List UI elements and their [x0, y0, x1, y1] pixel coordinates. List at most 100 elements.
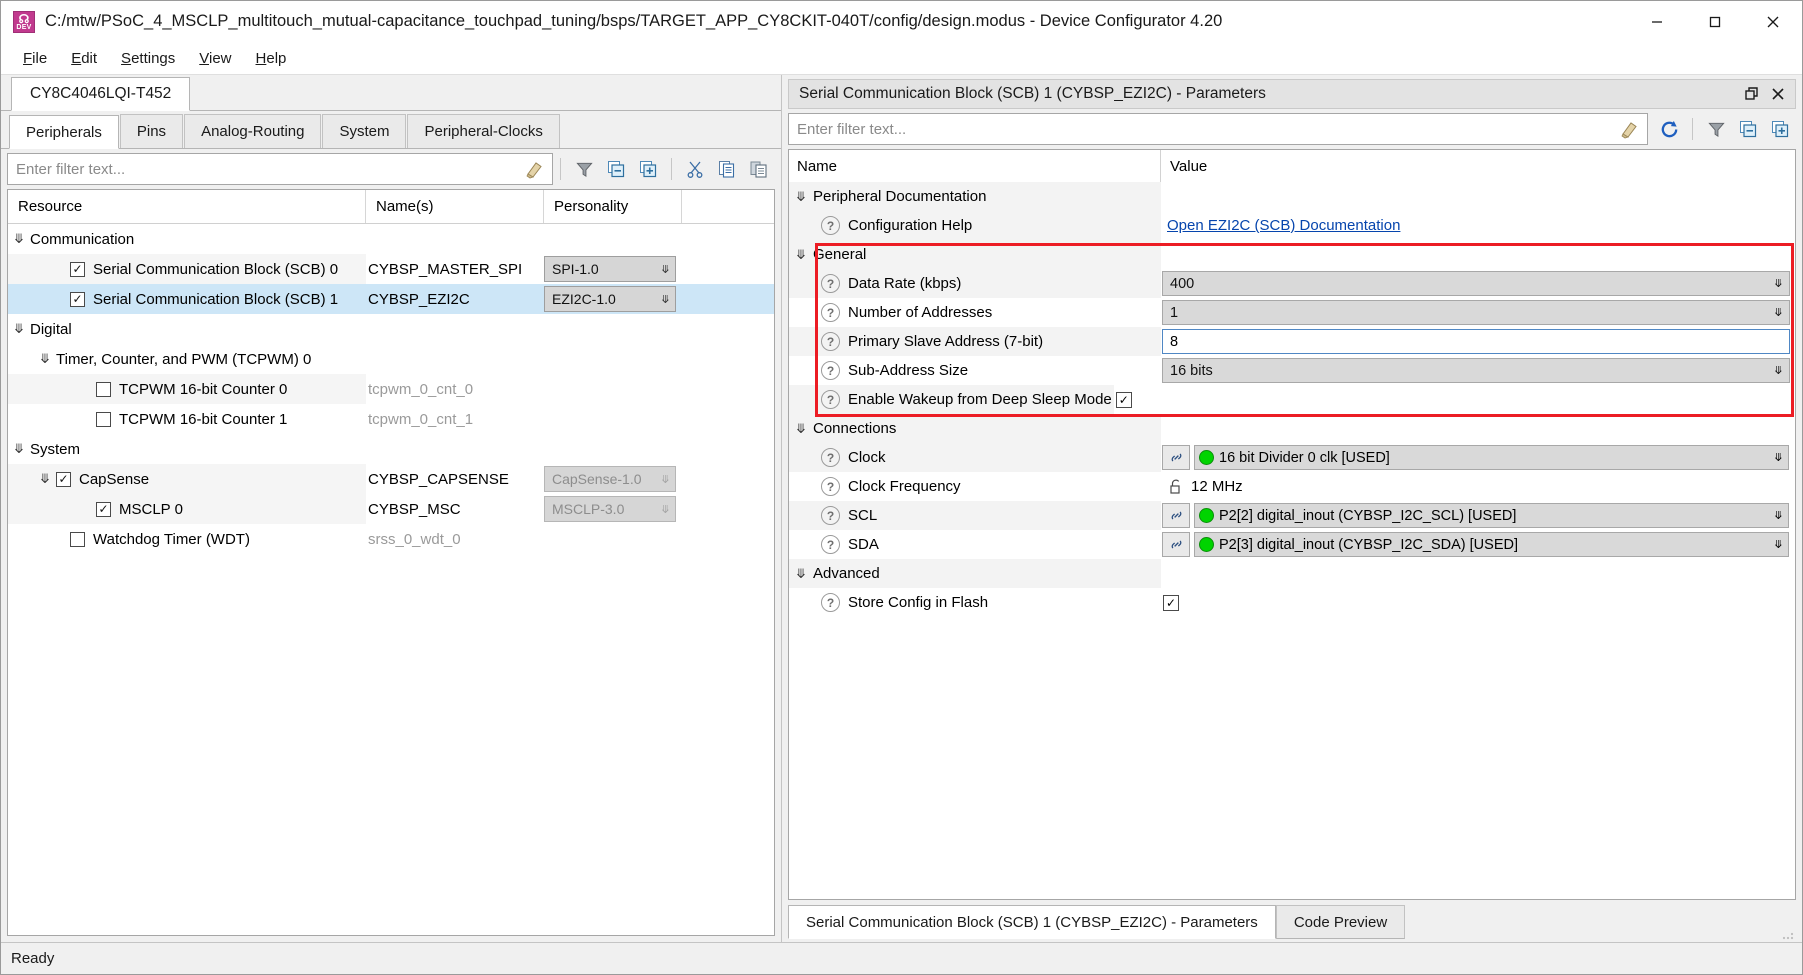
column-header-name[interactable]: Name: [789, 150, 1161, 182]
chevron-down-icon[interactable]: ⤋: [789, 421, 813, 437]
clear-filter-icon[interactable]: [524, 159, 544, 179]
param-row[interactable]: ? Data Rate (kbps) 400 ⤋: [789, 269, 1795, 298]
menu-settings[interactable]: Settings: [109, 46, 187, 71]
sda-select[interactable]: P2[3] digital_inout (CYBSP_I2C_SDA) [USE…: [1194, 532, 1789, 557]
collapse-all-icon[interactable]: [1733, 114, 1763, 144]
table-row[interactable]: ⤋ ✓ CapSense CYBSP_CAPSENSE CapSense-1.0…: [8, 464, 774, 494]
help-icon[interactable]: ?: [821, 303, 840, 322]
data-rate-select[interactable]: 400 ⤋: [1162, 271, 1790, 296]
chevron-down-icon[interactable]: ⤋: [8, 321, 30, 337]
param-group-header[interactable]: ⤋ Advanced: [789, 559, 1795, 588]
help-icon[interactable]: ?: [821, 390, 840, 409]
number-of-addresses-select[interactable]: 1 ⤋: [1162, 300, 1790, 325]
enable-wakeup-checkbox[interactable]: ✓: [1115, 391, 1132, 408]
help-icon[interactable]: ?: [821, 216, 840, 235]
documentation-link[interactable]: Open EZI2C (SCB) Documentation: [1167, 217, 1400, 234]
help-icon[interactable]: ?: [821, 593, 840, 612]
chevron-down-icon[interactable]: ⤋: [789, 247, 813, 263]
resource-checkbox[interactable]: ✓: [56, 471, 71, 487]
help-icon[interactable]: ?: [821, 448, 840, 467]
cut-icon[interactable]: [680, 154, 710, 184]
help-icon[interactable]: ?: [821, 332, 840, 351]
table-row[interactable]: ⤋ Digital: [8, 314, 774, 344]
table-row[interactable]: ⤋ Timer, Counter, and PWM (TCPWM) 0: [8, 344, 774, 374]
chevron-down-icon[interactable]: ⤋: [8, 441, 30, 457]
table-row[interactable]: ✓ Serial Communication Block (SCB) 1 CYB…: [8, 284, 774, 314]
tab-analog-routing[interactable]: Analog-Routing: [184, 114, 322, 148]
resource-checkbox[interactable]: ✓: [96, 501, 111, 517]
filter-icon[interactable]: [1701, 114, 1731, 144]
table-row[interactable]: TCPWM 16-bit Counter 0 tcpwm_0_cnt_0: [8, 374, 774, 404]
personality-select[interactable]: SPI-1.0 ⤋: [544, 256, 676, 282]
tab-pins[interactable]: Pins: [119, 114, 184, 148]
resource-checkbox[interactable]: [96, 381, 111, 397]
chevron-down-icon[interactable]: ⤋: [8, 231, 30, 247]
close-button[interactable]: [1744, 1, 1802, 43]
menu-edit[interactable]: Edit: [59, 46, 109, 71]
chevron-down-icon[interactable]: ⤋: [34, 471, 56, 487]
minimize-button[interactable]: [1628, 1, 1686, 43]
bottom-tab-parameters[interactable]: Serial Communication Block (SCB) 1 (CYBS…: [788, 905, 1276, 939]
table-row[interactable]: Watchdog Timer (WDT) srss_0_wdt_0: [8, 524, 774, 554]
menu-view[interactable]: View: [187, 46, 243, 71]
menu-help[interactable]: Help: [244, 46, 299, 71]
param-row[interactable]: ? Primary Slave Address (7-bit) 8: [789, 327, 1795, 356]
help-icon[interactable]: ?: [821, 477, 840, 496]
param-row[interactable]: ? Clock 16 bit Divider 0 clk [USED] ⤋: [789, 443, 1795, 472]
collapse-all-icon[interactable]: [601, 154, 631, 184]
table-row[interactable]: ⤋ System: [8, 434, 774, 464]
resource-checkbox[interactable]: [96, 411, 111, 427]
expand-all-icon[interactable]: [1765, 114, 1795, 144]
sub-address-size-select[interactable]: 16 bits ⤋: [1162, 358, 1790, 383]
column-header-value[interactable]: Value: [1161, 150, 1795, 182]
filter-icon[interactable]: [569, 154, 599, 184]
param-row[interactable]: ? Enable Wakeup from Deep Sleep Mode ✓: [789, 385, 1795, 414]
help-icon[interactable]: ?: [821, 535, 840, 554]
tab-system[interactable]: System: [322, 114, 407, 148]
store-config-in-flash-checkbox[interactable]: ✓: [1163, 594, 1179, 611]
primary-slave-address-input[interactable]: 8: [1162, 329, 1790, 354]
tab-peripheral-clocks[interactable]: Peripheral-Clocks: [407, 114, 560, 148]
column-header-personality[interactable]: Personality: [544, 190, 682, 223]
maximize-button[interactable]: [1686, 1, 1744, 43]
parameters-filter-input[interactable]: Enter filter text...: [788, 113, 1648, 145]
restore-panel-icon[interactable]: [1739, 82, 1765, 106]
column-header-names[interactable]: Name(s): [366, 190, 544, 223]
paste-icon[interactable]: [744, 154, 774, 184]
expand-all-icon[interactable]: [633, 154, 663, 184]
chevron-down-icon[interactable]: ⤋: [789, 566, 813, 582]
clock-select[interactable]: 16 bit Divider 0 clk [USED] ⤋: [1194, 445, 1789, 470]
device-tab[interactable]: CY8C4046LQI-T452: [11, 77, 191, 111]
param-group-header[interactable]: ⤋ Connections: [789, 414, 1795, 443]
column-header-resource[interactable]: Resource: [8, 190, 366, 223]
chevron-down-icon[interactable]: ⤋: [34, 351, 56, 367]
help-icon[interactable]: ?: [821, 361, 840, 380]
copy-icon[interactable]: [712, 154, 742, 184]
help-icon[interactable]: ?: [821, 274, 840, 293]
param-group-header[interactable]: ⤋ General: [789, 240, 1795, 269]
help-icon[interactable]: ?: [821, 506, 840, 525]
menu-file[interactable]: File: [11, 46, 59, 71]
link-icon[interactable]: [1162, 532, 1190, 557]
column-header-extra[interactable]: [682, 190, 774, 223]
peripherals-filter-input[interactable]: Enter filter text...: [7, 153, 553, 185]
table-row[interactable]: TCPWM 16-bit Counter 1 tcpwm_0_cnt_1: [8, 404, 774, 434]
param-row[interactable]: ? SDA P2[3] digital_inout (CYBSP_I2C_SDA…: [789, 530, 1795, 559]
link-icon[interactable]: [1162, 445, 1190, 470]
table-row[interactable]: ⤋ Communication: [8, 224, 774, 254]
param-row[interactable]: ? Sub-Address Size 16 bits ⤋: [789, 356, 1795, 385]
clear-filter-icon[interactable]: [1619, 119, 1639, 139]
close-panel-icon[interactable]: [1765, 82, 1791, 106]
tab-peripherals[interactable]: Peripherals: [9, 115, 119, 149]
resource-checkbox[interactable]: ✓: [70, 291, 85, 307]
refresh-icon[interactable]: [1654, 114, 1684, 144]
bottom-tab-code-preview[interactable]: Code Preview: [1275, 905, 1406, 939]
table-row[interactable]: ✓ Serial Communication Block (SCB) 0 CYB…: [8, 254, 774, 284]
param-row[interactable]: ? Store Config in Flash ✓: [789, 588, 1795, 617]
chevron-down-icon[interactable]: ⤋: [789, 189, 813, 205]
personality-select[interactable]: EZI2C-1.0 ⤋: [544, 286, 676, 312]
param-row[interactable]: ? Configuration Help Open EZI2C (SCB) Do…: [789, 211, 1795, 240]
resource-checkbox[interactable]: [70, 531, 85, 547]
table-row[interactable]: ✓ MSCLP 0 CYBSP_MSC MSCLP-3.0 ⤋: [8, 494, 774, 524]
param-row[interactable]: ? SCL P2[2] digital_inout (CYBSP_I2C_SCL…: [789, 501, 1795, 530]
